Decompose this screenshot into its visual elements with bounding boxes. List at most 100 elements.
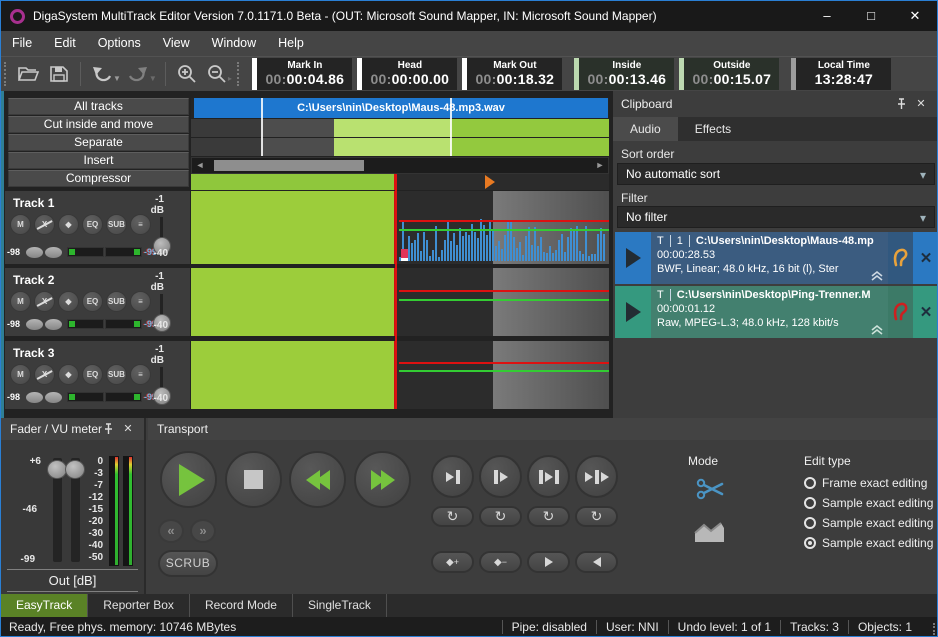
radio-icon[interactable]: [804, 477, 816, 489]
overview-row[interactable]: [191, 119, 609, 137]
redo-dropdown-arrow[interactable]: ▼: [149, 74, 157, 83]
play-button[interactable]: [160, 451, 217, 508]
solo-button[interactable]: X: [34, 291, 55, 312]
loop-button-1[interactable]: ↻: [431, 506, 474, 527]
pin-icon[interactable]: [893, 96, 909, 112]
cut-mode-scissors-icon[interactable]: [696, 476, 726, 502]
loop-button-4[interactable]: ↻: [575, 506, 618, 527]
edit-type-option-1[interactable]: Frame exact editing: [804, 476, 927, 490]
sort-order-select[interactable]: No automatic sort: [617, 163, 935, 185]
collapse-chevron-icon[interactable]: [870, 270, 884, 282]
output-fader-knob-left[interactable]: [47, 460, 67, 479]
edit-type-option-3[interactable]: Sample exact editing us: [804, 516, 937, 530]
scrub-button[interactable]: SCRUB: [158, 550, 218, 577]
sub-button[interactable]: SUB: [106, 214, 127, 235]
scroll-right-button[interactable]: ►: [594, 160, 606, 171]
item-remove-button[interactable]: ✕: [913, 286, 938, 338]
eq-button[interactable]: EQ: [82, 364, 103, 385]
tab-record-mode[interactable]: Record Mode: [190, 594, 293, 617]
stop-button[interactable]: [225, 451, 282, 508]
track-lane-2[interactable]: [191, 268, 609, 336]
radio-icon[interactable]: [804, 517, 816, 529]
edit-type-option-2[interactable]: Sample exact editing at: [804, 496, 937, 510]
track-menu-button[interactable]: ≡: [130, 291, 151, 312]
tab-easytrack[interactable]: EasyTrack: [1, 594, 88, 617]
pan-knob-left[interactable]: [26, 319, 43, 330]
tool-insert[interactable]: Insert: [8, 152, 189, 169]
selection-region[interactable]: [493, 341, 609, 409]
tab-audio[interactable]: Audio: [613, 117, 678, 141]
toolbar-grip[interactable]: [4, 62, 8, 86]
track-menu-button[interactable]: ≡: [130, 214, 151, 235]
next-marker-button[interactable]: [527, 551, 570, 573]
solo-button[interactable]: X: [34, 364, 55, 385]
tool-separate[interactable]: Separate: [8, 134, 189, 151]
skip-forward-button[interactable]: »: [190, 519, 216, 543]
eq-button[interactable]: EQ: [82, 214, 103, 235]
item-play-button[interactable]: [615, 286, 651, 338]
remove-marker-button[interactable]: ◆−: [479, 551, 522, 573]
envelope-mode-icon[interactable]: [693, 518, 726, 544]
menu-window[interactable]: Window: [201, 31, 267, 56]
menu-edit[interactable]: Edit: [43, 31, 87, 56]
item-play-button[interactable]: [615, 232, 651, 284]
overview-row[interactable]: [191, 138, 609, 156]
close-panel-icon[interactable]: ✕: [120, 421, 136, 437]
pan-knob-right[interactable]: [45, 319, 62, 330]
open-button[interactable]: [14, 60, 44, 88]
skip-back-button[interactable]: «: [158, 519, 184, 543]
undo-dropdown-arrow[interactable]: ▼: [113, 74, 121, 83]
loop-button-2[interactable]: ↻: [479, 506, 522, 527]
menu-file[interactable]: File: [1, 31, 43, 56]
solo-button[interactable]: X: [34, 214, 55, 235]
menu-options[interactable]: Options: [87, 31, 152, 56]
track-lane-1[interactable]: [191, 191, 609, 264]
close-button[interactable]: ✕: [893, 1, 937, 31]
output-fader-knob-right[interactable]: [65, 460, 85, 479]
zoom-in-button[interactable]: [172, 60, 202, 88]
audio-clip-region[interactable]: [191, 268, 396, 336]
play-to-mark-button[interactable]: [431, 455, 474, 498]
resize-grip[interactable]: [923, 623, 935, 635]
track-menu-button[interactable]: ≡: [130, 364, 151, 385]
tool-cut-inside-and-move[interactable]: Cut inside and move: [8, 116, 189, 133]
toolbar-grip[interactable]: [237, 62, 241, 86]
pan-knob-left[interactable]: [26, 392, 43, 403]
prelisten-ear-icon[interactable]: [888, 286, 913, 338]
marker-button[interactable]: ◆: [58, 214, 79, 235]
tab-effects[interactable]: Effects: [678, 117, 748, 141]
tool-compressor[interactable]: Compressor: [8, 170, 189, 187]
timeline-ruler[interactable]: [191, 174, 609, 190]
sub-button[interactable]: SUB: [106, 364, 127, 385]
maximize-button[interactable]: □: [849, 1, 893, 31]
clipboard-item[interactable]: TC:\Users\nin\Desktop\Ping-Trenner.M 00:…: [615, 286, 938, 338]
save-button[interactable]: [44, 60, 74, 88]
play-around-cursor-button[interactable]: [575, 455, 618, 498]
playhead-line[interactable]: [395, 174, 397, 409]
edit-type-option-4[interactable]: Sample exact editing us: [804, 536, 937, 550]
prelisten-ear-icon[interactable]: [888, 232, 913, 284]
marker-button[interactable]: ◆: [58, 291, 79, 312]
tab-singletrack[interactable]: SingleTrack: [293, 594, 387, 617]
overview-file-label[interactable]: C:\Users\nin\Desktop\Maus-48.mp3.wav: [194, 98, 608, 118]
menu-view[interactable]: View: [152, 31, 201, 56]
tool-all-tracks[interactable]: All tracks: [8, 98, 189, 115]
radio-icon[interactable]: [804, 497, 816, 509]
minimize-button[interactable]: –: [805, 1, 849, 31]
playhead-marker-icon[interactable]: [485, 175, 495, 189]
clip-edge-marker[interactable]: [401, 249, 408, 261]
eq-button[interactable]: EQ: [82, 291, 103, 312]
scroll-left-button[interactable]: ◄: [194, 160, 206, 171]
filter-select[interactable]: No filter: [617, 206, 935, 228]
marker-dropdown-arrow[interactable]: ▸: [228, 74, 232, 83]
pin-icon[interactable]: [100, 421, 116, 437]
tab-reporter-box[interactable]: Reporter Box: [88, 594, 190, 617]
pan-knob-right[interactable]: [45, 247, 62, 258]
mute-button[interactable]: M: [10, 364, 31, 385]
audio-clip-region[interactable]: [191, 191, 396, 264]
loop-button-3[interactable]: ↻: [527, 506, 570, 527]
track-lane-3[interactable]: [191, 341, 609, 409]
fast-forward-button[interactable]: [354, 451, 411, 508]
previous-marker-button[interactable]: [575, 551, 618, 573]
play-from-mark-button[interactable]: [479, 455, 522, 498]
